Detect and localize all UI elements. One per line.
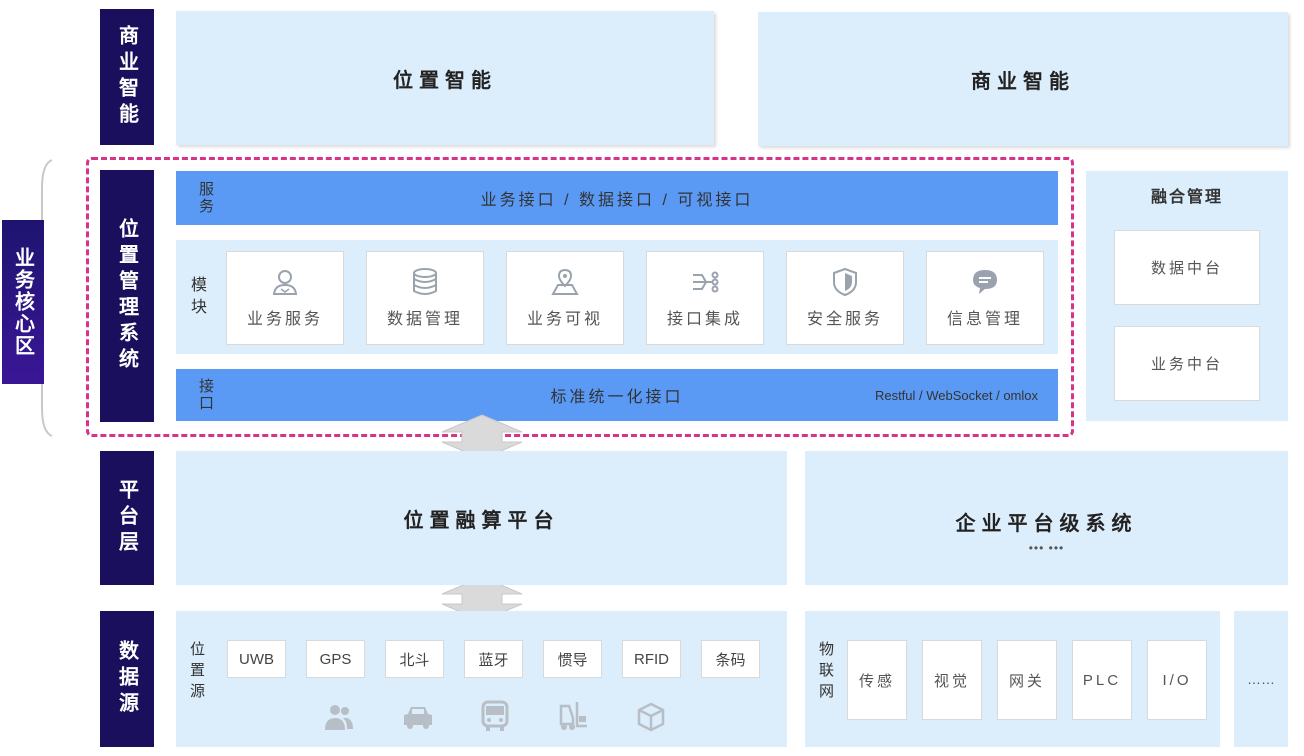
chip-rfid: RFID <box>622 640 681 678</box>
package-icon <box>637 702 665 732</box>
enterprise-platform-more: ••• ••• <box>1028 541 1065 555</box>
car-icon <box>404 707 432 729</box>
module-interface-integration: 接口集成 <box>646 251 764 345</box>
location-computing-platform: 位置融算平台 <box>176 451 787 585</box>
layer-label-business: 商业智能 <box>100 9 154 145</box>
more-ellipsis: …… <box>1247 671 1275 687</box>
fusion-management-title: 融合管理 <box>1150 189 1223 206</box>
people-icon <box>325 705 353 730</box>
chip-bluetooth: 蓝牙 <box>464 640 523 678</box>
interface-bar: 接口 标准统一化接口 Restful / WebSocket / omlox <box>176 369 1058 421</box>
forklift-icon <box>559 702 587 730</box>
chip-uwb: UWB <box>227 640 286 678</box>
user-service-icon <box>272 270 298 295</box>
module-info-management: 信息管理 <box>926 251 1044 345</box>
message-icon <box>973 270 997 294</box>
chip-beidou: 北斗 <box>385 640 444 678</box>
chip-gps: GPS <box>306 640 365 678</box>
module-business-service: 业务服务 <box>226 251 344 345</box>
more-panel: …… <box>1234 611 1288 747</box>
chip-inertial: 惯导 <box>543 640 602 678</box>
iot-vision: 视觉 <box>922 640 982 720</box>
iot-sensor: 传感 <box>847 640 907 720</box>
core-zone-label: 业务核心区 <box>2 220 44 384</box>
integration-icon <box>693 271 719 293</box>
module-business-visual: 业务可视 <box>506 251 624 345</box>
data-middle-platform: 数据中台 <box>1114 230 1260 305</box>
location-intelligence-box: 位置智能 <box>176 11 714 145</box>
chip-barcode: 条码 <box>701 640 760 678</box>
layer-label-data-source: 数据源 <box>100 611 154 747</box>
modules-label: 模块 <box>188 276 205 320</box>
enterprise-platform-title: 企业平台级系统 <box>955 513 1138 535</box>
database-icon <box>413 268 437 295</box>
business-middle-platform: 业务中台 <box>1114 326 1260 401</box>
iot-plc: PLC <box>1072 640 1132 720</box>
interface-protocols: Restful / WebSocket / omlox <box>874 387 1038 403</box>
iot-label: 物联网 <box>817 641 834 704</box>
iot-gateway: 网关 <box>997 640 1057 720</box>
module-data-management: 数据管理 <box>366 251 484 345</box>
enterprise-platform-box: 企业平台级系统 ••• ••• <box>805 451 1288 585</box>
layer-label-platform: 平台层 <box>100 451 154 585</box>
service-bar: 服务 业务接口 / 数据接口 / 可视接口 <box>176 171 1058 225</box>
module-security-service: 安全服务 <box>786 251 904 345</box>
iot-io: I/O <box>1147 640 1207 720</box>
bus-icon <box>481 700 509 731</box>
business-intelligence-box: 商业智能 <box>758 12 1288 146</box>
map-pin-icon <box>551 268 579 295</box>
location-source-label: 位置源 <box>188 641 205 704</box>
shield-icon <box>833 267 857 297</box>
service-bar-text: 业务接口 / 数据接口 / 可视接口 <box>480 192 754 209</box>
